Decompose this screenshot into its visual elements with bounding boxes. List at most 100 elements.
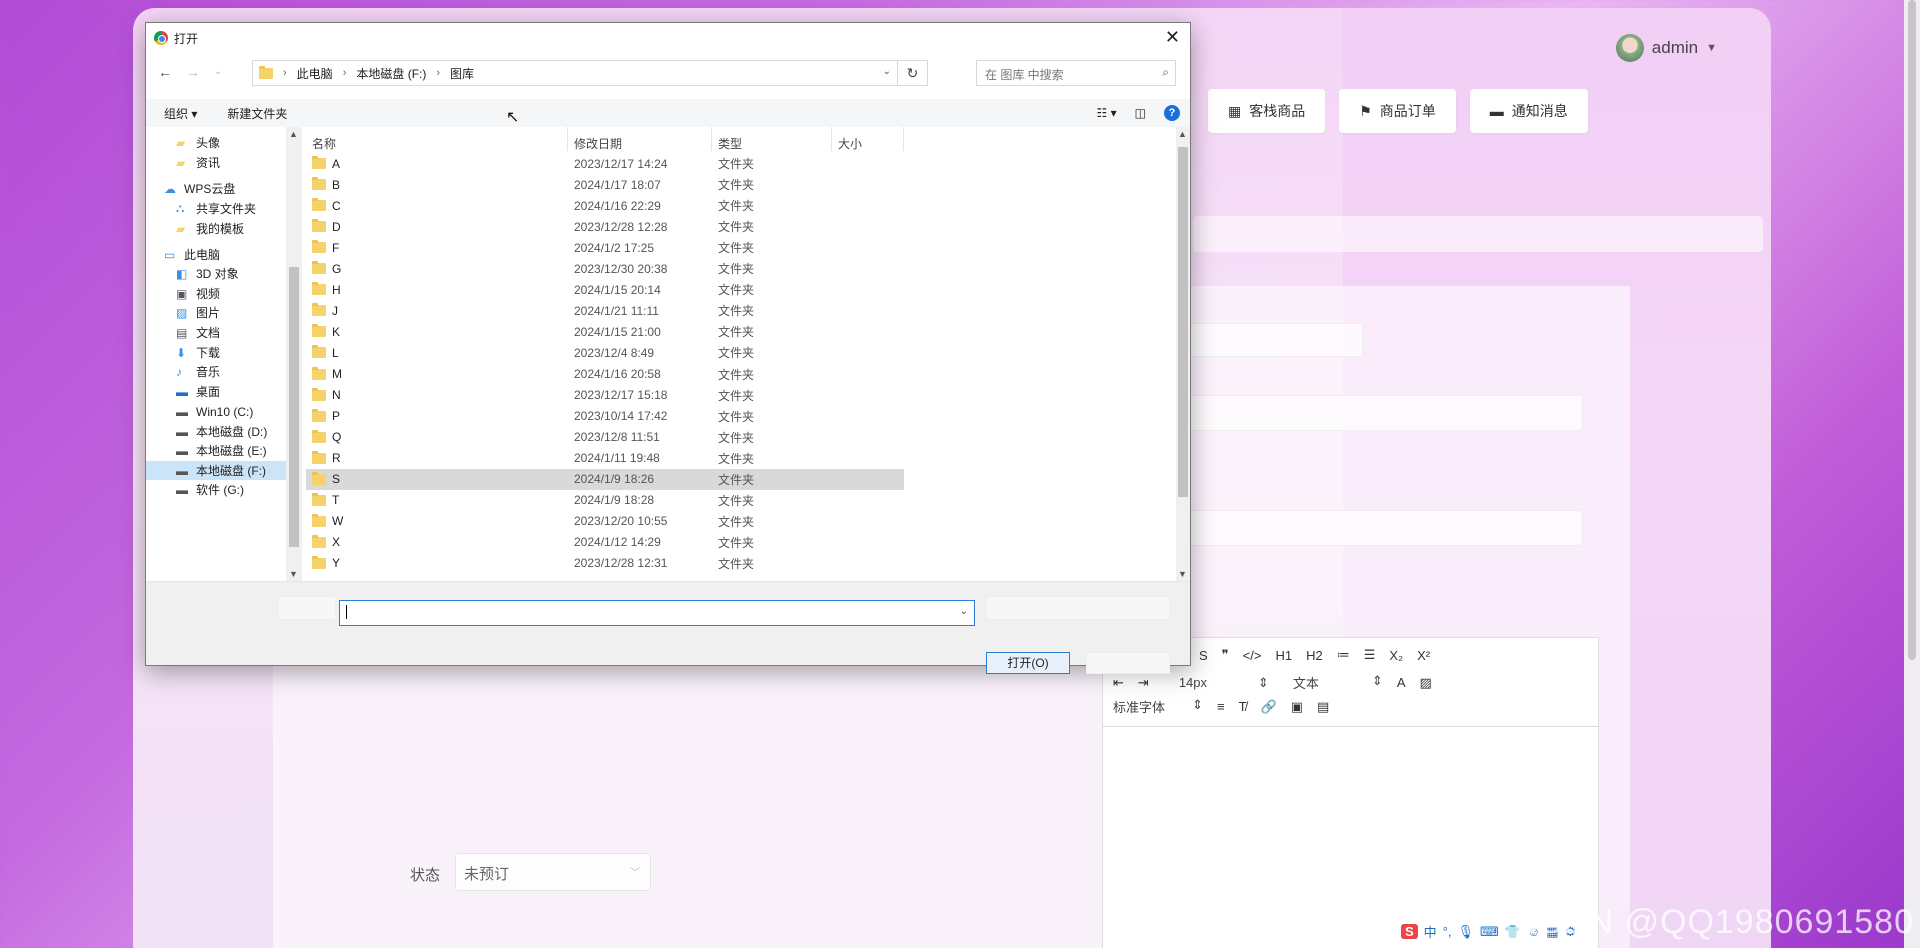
ime-mode[interactable]: 中 [1424, 922, 1437, 941]
font-family-select[interactable]: 标准字体 ⇕ [1113, 697, 1203, 716]
file-row[interactable]: M 2024/1/16 20:58 文件夹 [306, 364, 904, 385]
column-header[interactable]: 名称 [306, 127, 568, 151]
address-bar[interactable]: › 此电脑 › 本地磁盘 (F:) › 图库 ⌄ ↻ [252, 60, 928, 86]
sidebar-item[interactable]: ▰ 资讯 [146, 153, 286, 172]
scroll-down-icon[interactable]: ▼ [289, 569, 298, 579]
outdent-icon[interactable]: ⇤ [1113, 675, 1124, 691]
file-row[interactable]: Y 2023/12/28 12:31 文件夹 [306, 553, 904, 574]
page-scrollbar-thumb[interactable] [1908, 0, 1916, 660]
file-row[interactable]: J 2024/1/21 11:11 文件夹 [306, 300, 904, 321]
file-row[interactable]: H 2024/1/15 20:14 文件夹 [306, 279, 904, 300]
font-size-select[interactable]: 14px ⇕ [1179, 675, 1269, 691]
file-row[interactable]: R 2024/1/11 19:48 文件夹 [306, 448, 904, 469]
sidebar-item[interactable]: ♪ 音乐 [146, 362, 286, 381]
sidebar-item[interactable]: ▬ 本地磁盘 (E:) [146, 441, 286, 460]
file-list-scrollbar-thumb[interactable] [1178, 147, 1188, 497]
link-icon[interactable]: 🔗 [1261, 699, 1277, 715]
file-type-select[interactable] [986, 596, 1170, 620]
refresh-icon[interactable]: ↻ [897, 61, 927, 85]
mic-icon[interactable]: 🎙 [1458, 924, 1475, 940]
file-list-scrollbar[interactable]: ▲ ▼ [1176, 127, 1190, 581]
file-row[interactable]: Q 2023/12/8 11:51 文件夹 [306, 427, 904, 448]
sidebar-item[interactable]: ▬ 本地磁盘 (D:) [146, 422, 286, 441]
scroll-down-icon[interactable]: ▼ [1178, 569, 1187, 579]
toolbar-button[interactable]: ❞ [1222, 647, 1229, 663]
file-row[interactable]: D 2023/12/28 12:28 文件夹 [306, 216, 904, 237]
nav-pane-scrollbar-thumb[interactable] [289, 267, 299, 547]
file-row[interactable]: N 2023/12/17 15:18 文件夹 [306, 385, 904, 406]
sidebar-item[interactable]: ⬇ 下载 [146, 343, 286, 362]
sidebar-item[interactable]: ▣ 视频 [146, 284, 286, 303]
indent-icon[interactable]: ⇥ [1138, 675, 1149, 691]
file-row[interactable]: X 2024/1/12 14:29 文件夹 [306, 532, 904, 553]
toolbar-button[interactable]: S [1199, 648, 1208, 663]
column-header[interactable]: 大小 [832, 127, 904, 151]
nav-pane-scrollbar[interactable]: ▲ ▼ [286, 127, 302, 581]
keyboard-icon[interactable]: ⌨ [1480, 924, 1499, 940]
file-row[interactable]: C 2024/1/16 22:29 文件夹 [306, 195, 904, 216]
font-color-icon[interactable]: A [1397, 675, 1406, 690]
toolbar-button[interactable]: ☰ [1364, 647, 1376, 663]
toolbar-button[interactable]: ≔ [1337, 647, 1350, 663]
view-options-icon[interactable]: ☷ ▾ [1097, 106, 1117, 120]
text-field-2[interactable] [1163, 510, 1583, 546]
status-select[interactable]: 未预订 ﹀ [455, 853, 651, 891]
file-row[interactable]: B 2024/1/17 18:07 文件夹 [306, 174, 904, 195]
sidebar-item[interactable]: ☁ WPS云盘 [146, 179, 286, 198]
text-type-select[interactable]: 文本 ⇕ [1293, 673, 1383, 692]
filename-input[interactable]: ⌄ [339, 600, 975, 626]
chevron-down-icon[interactable]: ⌄ [960, 606, 968, 617]
dialog-titlebar[interactable]: 打开 ✕ [146, 23, 1190, 53]
nav-button-2[interactable]: ▬ 通知消息 [1469, 89, 1588, 133]
help-icon[interactable]: ? [1164, 105, 1180, 121]
align-icon[interactable]: ≡ [1217, 699, 1225, 714]
bg-color-icon[interactable]: ▨ [1419, 675, 1431, 691]
chevron-down-icon[interactable]: ⌄ [883, 66, 891, 77]
sidebar-item[interactable]: ▰ 头像 [146, 133, 286, 152]
toolbar-button[interactable]: H1 [1275, 648, 1292, 663]
back-arrow-icon[interactable]: ← [158, 64, 172, 80]
file-row[interactable]: G 2023/12/30 20:38 文件夹 [306, 258, 904, 279]
scroll-up-icon[interactable]: ▲ [1178, 129, 1187, 139]
nav-button-1[interactable]: ⚑ 商品订单 [1339, 89, 1456, 133]
file-row[interactable]: S 2024/1/9 18:26 文件夹 [306, 468, 904, 490]
toolbar-button[interactable]: X² [1417, 648, 1430, 663]
punctuation-icon[interactable]: °, [1443, 924, 1452, 939]
sidebar-item[interactable]: ▬ 软件 (G:) [146, 480, 286, 499]
organize-button[interactable]: 组织 ▾ [164, 105, 197, 122]
select-field[interactable] [1163, 323, 1363, 357]
sidebar-item[interactable]: ▰ 我的模板 [146, 219, 286, 238]
forward-arrow-icon[interactable]: → [186, 64, 200, 80]
breadcrumb-item[interactable]: 此电脑 [297, 65, 333, 82]
sidebar-item[interactable]: ▭ 此电脑 [146, 245, 286, 264]
toolbar-button[interactable]: </> [1243, 648, 1262, 663]
close-icon[interactable]: ✕ [1165, 27, 1180, 48]
scroll-up-icon[interactable]: ▲ [289, 129, 298, 139]
rich-text-editor[interactable]: S ❞ </> H1 H2 ≔ ☰ X₂ X² ⇤ ⇥ 14px ⇕ 文本 ⇕ A ▨ 标准字体 ⇕ … [1102, 637, 1599, 948]
file-row[interactable]: L 2023/12/4 8:49 文件夹 [306, 342, 904, 363]
sidebar-item[interactable]: ⛬ 共享文件夹 [146, 199, 286, 218]
user-menu[interactable]: admin ▼ [1615, 34, 1717, 62]
file-row[interactable]: P 2023/10/14 17:42 文件夹 [306, 406, 904, 427]
page-scrollbar[interactable] [1904, 0, 1920, 948]
toolbar-button[interactable]: H2 [1306, 648, 1323, 663]
breadcrumb-item[interactable]: 本地磁盘 (F:) [356, 65, 426, 82]
open-button[interactable]: 打开(O) [986, 652, 1070, 674]
file-row[interactable]: A 2023/12/17 14:24 文件夹 [306, 153, 904, 174]
preview-pane-icon[interactable]: ◫ [1135, 106, 1146, 120]
sidebar-item[interactable]: ▤ 文档 [146, 323, 286, 342]
clear-format-icon[interactable]: T̸ [1239, 699, 1247, 714]
breadcrumb-item[interactable]: 图库 [450, 65, 474, 82]
sidebar-item[interactable]: ▬ Win10 (C:) [146, 402, 286, 421]
new-folder-button[interactable]: 新建文件夹 [227, 105, 287, 122]
video-icon[interactable]: ▤ [1317, 699, 1329, 715]
column-header[interactable]: 类型 [712, 127, 832, 151]
file-row[interactable]: K 2024/1/15 21:00 文件夹 [306, 321, 904, 342]
sidebar-item[interactable]: ▬ 桌面 [146, 382, 286, 401]
sidebar-item[interactable]: ▨ 图片 [146, 303, 286, 322]
nav-button-0[interactable]: ▦ 客栈商品 [1208, 89, 1326, 133]
recent-dropdown-icon[interactable]: ⌄ [214, 64, 222, 80]
column-header[interactable]: 修改日期 [568, 127, 712, 151]
file-row[interactable]: F 2024/1/2 17:25 文件夹 [306, 237, 904, 258]
text-field[interactable] [1163, 395, 1583, 431]
